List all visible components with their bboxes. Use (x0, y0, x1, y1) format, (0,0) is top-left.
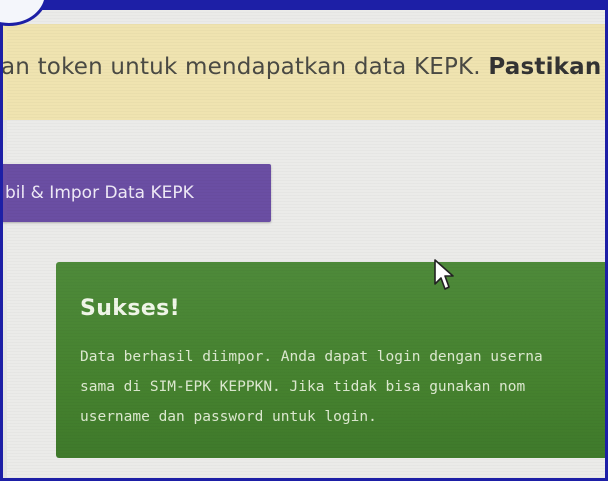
success-alert: Sukses! Data berhasil diimpor. Anda dapa… (56, 262, 605, 458)
success-title: Sukses! (80, 296, 181, 321)
web-page: an token untuk mendapatkan data KEPK. Pa… (3, 10, 605, 478)
success-line: sama di SIM-EPK KEPPKN. Jika tidak bisa … (80, 379, 526, 395)
mouse-pointer-icon (434, 259, 454, 290)
warning-alert: an token untuk mendapatkan data KEPK. Pa… (1, 24, 608, 120)
import-kepk-button[interactable]: bil & Impor Data KEPK (3, 164, 271, 222)
success-line: Data berhasil diimpor. Anda dapat login … (80, 349, 543, 365)
warning-text: an token untuk mendapatkan data KEPK. (1, 54, 489, 80)
import-kepk-button-label: bil & Impor Data KEPK (5, 183, 194, 203)
success-message: Data berhasil diimpor. Anda dapat login … (80, 342, 605, 432)
warning-bold-text: Pastikan I (488, 54, 608, 80)
success-line: username dan password untuk login. (80, 409, 377, 425)
screen-photo-frame: an token untuk mendapatkan data KEPK. Pa… (0, 0, 608, 481)
warning-message: an token untuk mendapatkan data KEPK. Pa… (1, 54, 608, 80)
